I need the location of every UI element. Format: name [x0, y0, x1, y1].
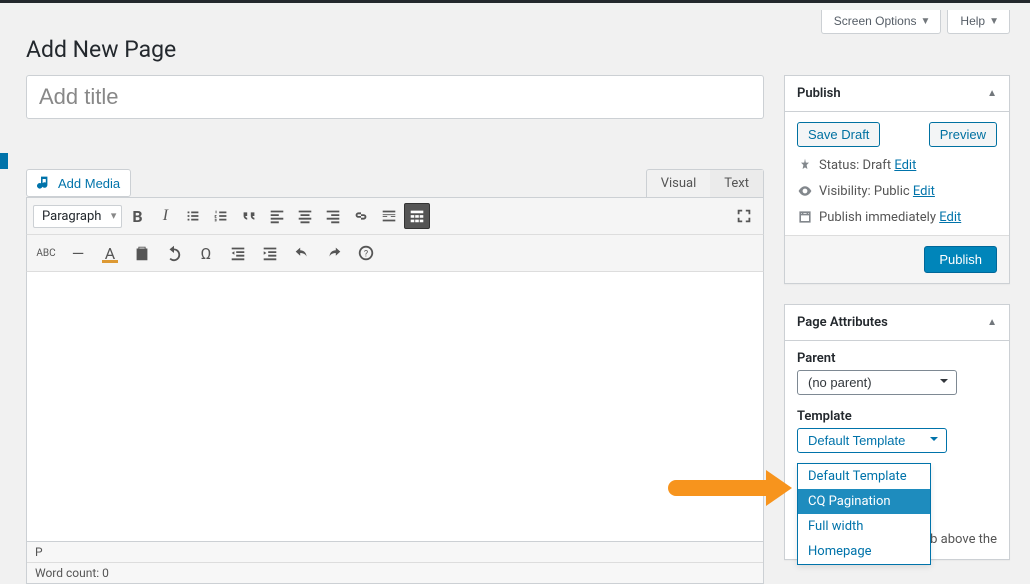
- parent-label: Parent: [797, 351, 997, 366]
- chevron-down-icon: ▼: [989, 16, 999, 27]
- editor-toolbar-row-1: Paragraph B I: [26, 197, 764, 235]
- strikethrough-button[interactable]: ABC: [33, 240, 59, 266]
- redo-button[interactable]: [321, 240, 347, 266]
- element-path: P: [27, 542, 763, 563]
- editor-toolbar-row-2: ABC — A Ω ?: [26, 235, 764, 272]
- edit-schedule-link[interactable]: Edit: [939, 210, 961, 225]
- read-more-button[interactable]: [376, 203, 402, 229]
- template-option-cq-pagination[interactable]: CQ Pagination: [798, 489, 930, 514]
- text-color-button[interactable]: A: [97, 240, 123, 266]
- content-editor[interactable]: [26, 272, 764, 542]
- numbered-list-button[interactable]: [208, 203, 234, 229]
- publish-box: Publish ▲ Save Draft Preview Status: Dra…: [784, 75, 1010, 284]
- edit-visibility-link[interactable]: Edit: [913, 184, 935, 199]
- indent-button[interactable]: [257, 240, 283, 266]
- chevron-down-icon: ▼: [921, 16, 931, 27]
- page-attributes-header[interactable]: Page Attributes ▲: [785, 305, 1009, 341]
- calendar-icon: [797, 209, 813, 225]
- template-option-homepage[interactable]: Homepage: [798, 539, 930, 564]
- align-right-button[interactable]: [320, 203, 346, 229]
- tab-visual[interactable]: Visual: [647, 170, 711, 197]
- undo-button[interactable]: [289, 240, 315, 266]
- outdent-button[interactable]: [225, 240, 251, 266]
- template-label: Template: [797, 409, 997, 424]
- edit-status-link[interactable]: Edit: [894, 158, 916, 173]
- format-select[interactable]: Paragraph: [33, 205, 122, 228]
- toolbar-toggle-button[interactable]: [404, 203, 430, 229]
- admin-menu-flyout-pointer: [0, 153, 8, 169]
- page-attributes-box: Page Attributes ▲ Parent (no parent) Tem…: [784, 304, 1010, 560]
- editor-mode-tabs: Visual Text: [646, 169, 764, 197]
- page-title: Add New Page: [26, 36, 1010, 63]
- align-left-button[interactable]: [264, 203, 290, 229]
- keyboard-help-button[interactable]: ?: [353, 240, 379, 266]
- annotation-arrow: [668, 480, 768, 496]
- add-media-button[interactable]: Add Media: [26, 169, 131, 197]
- help-button[interactable]: Help ▼: [947, 10, 1010, 34]
- save-draft-button[interactable]: Save Draft: [797, 122, 880, 147]
- word-count: Word count: 0: [27, 563, 763, 583]
- preview-button[interactable]: Preview: [929, 122, 997, 147]
- music-note-icon: [37, 175, 53, 191]
- publish-button[interactable]: Publish: [924, 246, 997, 273]
- special-char-button[interactable]: Ω: [193, 240, 219, 266]
- align-center-button[interactable]: [292, 203, 318, 229]
- bullet-list-button[interactable]: [180, 203, 206, 229]
- horizontal-rule-button[interactable]: —: [65, 240, 91, 266]
- parent-select[interactable]: (no parent): [797, 370, 957, 395]
- caret-up-icon: ▲: [987, 317, 997, 328]
- publish-box-header[interactable]: Publish ▲: [785, 76, 1009, 112]
- paste-text-button[interactable]: [129, 240, 155, 266]
- italic-button[interactable]: I: [152, 203, 178, 229]
- svg-text:?: ?: [364, 250, 368, 260]
- visibility-icon: [797, 183, 813, 199]
- template-option-default[interactable]: Default Template: [798, 464, 930, 489]
- pin-icon: [797, 157, 813, 173]
- bold-button[interactable]: B: [124, 203, 150, 229]
- tab-text[interactable]: Text: [710, 170, 763, 197]
- screen-options-button[interactable]: Screen Options ▼: [821, 10, 942, 34]
- template-dropdown: Default Template CQ Pagination Full widt…: [797, 463, 931, 565]
- template-option-full-width[interactable]: Full width: [798, 514, 930, 539]
- post-title-input[interactable]: [26, 75, 764, 119]
- link-button[interactable]: [348, 203, 374, 229]
- clear-formatting-button[interactable]: [161, 240, 187, 266]
- caret-up-icon: ▲: [987, 88, 997, 99]
- template-select[interactable]: Default Template: [797, 428, 947, 453]
- fullscreen-button[interactable]: [731, 203, 757, 229]
- blockquote-button[interactable]: [236, 203, 262, 229]
